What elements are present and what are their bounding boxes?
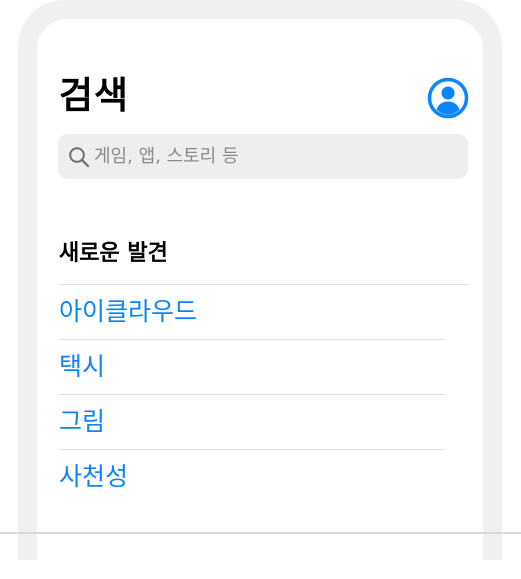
list-item: 사천성: [59, 450, 445, 504]
discover-link-drawing[interactable]: 그림: [59, 406, 105, 438]
discover-link-taxi[interactable]: 택시: [59, 351, 105, 383]
app-screen: 검색 새로운 발견 아이클라우드 택시 그림 사천성: [37, 19, 483, 579]
account-button[interactable]: [427, 77, 469, 119]
search-icon: [69, 147, 90, 168]
person-circle-icon: [427, 77, 469, 119]
list-item: 아이클라우드: [59, 285, 445, 340]
search-bar[interactable]: [58, 134, 468, 179]
discover-link-icloud[interactable]: 아이클라우드: [59, 296, 197, 328]
search-input[interactable]: [94, 134, 468, 179]
list-item: 택시: [59, 340, 445, 395]
discover-list: 아이클라우드 택시 그림 사천성: [59, 285, 445, 504]
section-title-discover: 새로운 발견: [59, 241, 168, 266]
list-item: 그림: [59, 395, 445, 450]
page-title: 검색: [59, 74, 130, 117]
discover-link-shisen-sho[interactable]: 사천성: [59, 461, 128, 493]
